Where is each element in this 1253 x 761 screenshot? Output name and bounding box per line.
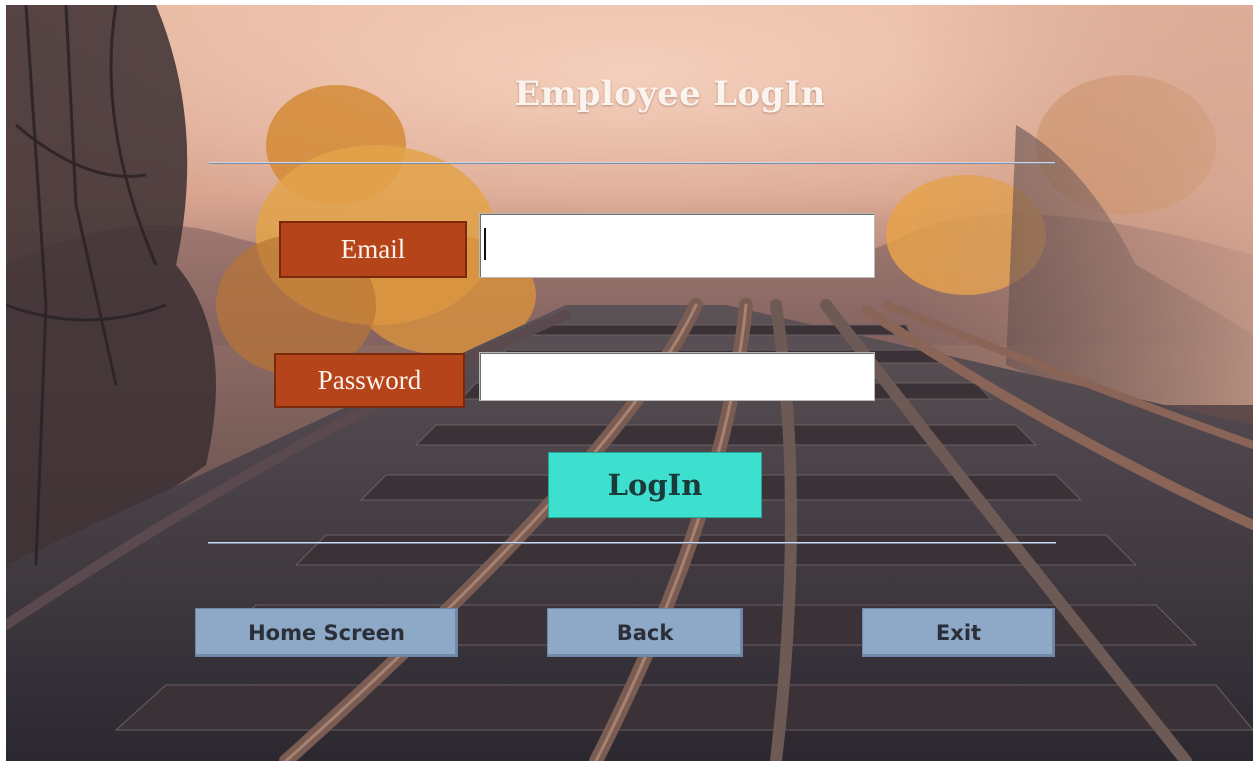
home-screen-button[interactable]: Home Screen [195,608,458,657]
page-title: Employee LogIn [514,74,826,114]
password-field[interactable] [479,352,875,401]
top-divider [209,162,1055,163]
email-field[interactable] [479,213,875,278]
login-button[interactable]: LogIn [548,452,762,518]
exit-button[interactable]: Exit [862,608,1055,657]
email-label: Email [279,221,467,278]
password-label: Password [274,353,465,408]
middle-divider [208,542,1056,543]
text-cursor [484,228,486,260]
back-button[interactable]: Back [547,608,743,657]
